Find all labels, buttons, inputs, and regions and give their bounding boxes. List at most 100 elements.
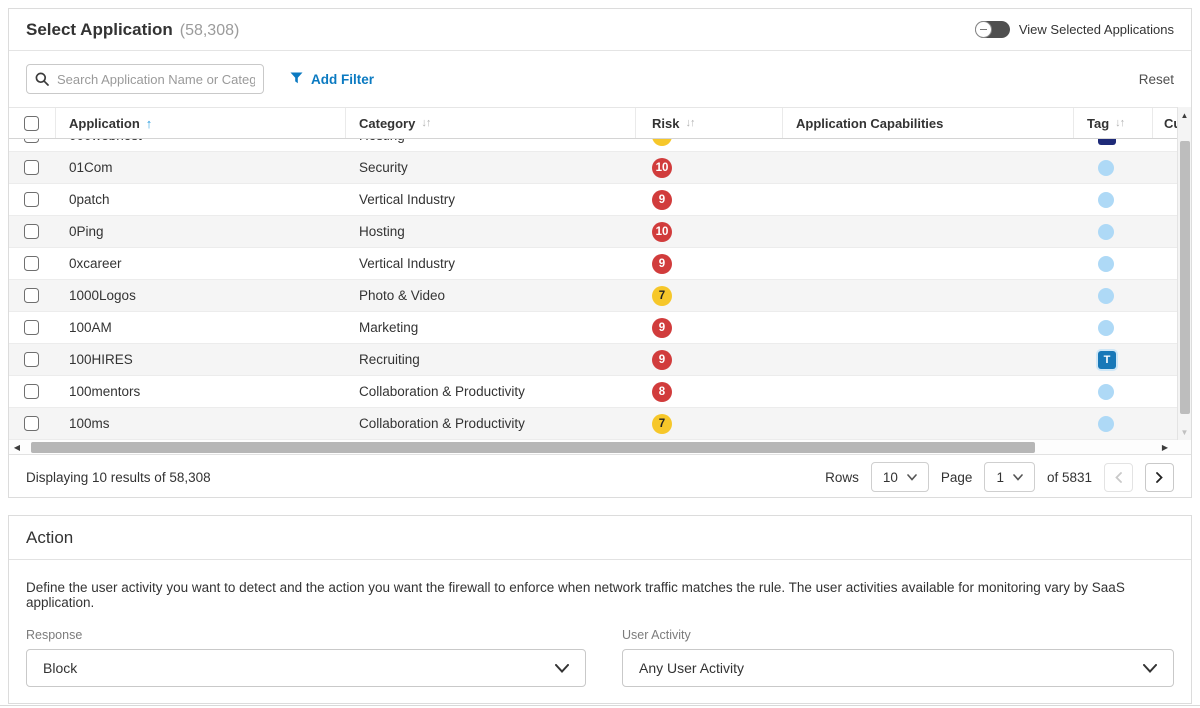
filter-bar: Add Filter Reset xyxy=(9,51,1191,107)
risk-badge: 7 xyxy=(652,286,672,306)
view-selected-toggle[interactable] xyxy=(975,21,1010,38)
scroll-right-icon[interactable]: ▶ xyxy=(1157,440,1173,454)
risk-badge: 9 xyxy=(652,350,672,370)
rows-label: Rows xyxy=(825,470,859,485)
application-count: (58,308) xyxy=(180,22,240,40)
search-input[interactable] xyxy=(26,64,264,94)
application-name: 000webhost xyxy=(56,139,346,151)
table-row[interactable]: 100AMMarketing9 xyxy=(9,312,1191,344)
horizontal-scroll-track[interactable] xyxy=(25,440,1157,454)
page-title: Select Application xyxy=(26,20,173,40)
column-header-application[interactable]: Application ↑ xyxy=(56,108,346,138)
application-name: 01Com xyxy=(56,152,346,183)
application-category: Hosting xyxy=(346,139,636,151)
vertical-scroll-thumb[interactable] xyxy=(1180,141,1190,414)
column-header-risk[interactable]: Risk ↓↑ xyxy=(636,108,783,138)
chevron-down-icon xyxy=(1013,474,1023,481)
row-checkbox[interactable] xyxy=(24,192,39,207)
scroll-up-icon[interactable]: ▲ xyxy=(1178,107,1191,123)
chevron-down-icon xyxy=(555,664,569,673)
select-application-panel: Select Application (58,308) View Selecte… xyxy=(8,8,1192,498)
application-capabilities-cell xyxy=(783,139,1074,151)
row-checkbox[interactable] xyxy=(24,139,39,143)
action-panel: Action Define the user activity you want… xyxy=(8,515,1192,704)
row-checkbox[interactable] xyxy=(24,384,39,399)
application-name: 100HIRES xyxy=(56,344,346,375)
row-checkbox[interactable] xyxy=(24,256,39,271)
add-filter-button[interactable]: Add Filter xyxy=(290,72,374,87)
application-category: Collaboration & Productivity xyxy=(346,408,636,439)
row-checkbox[interactable] xyxy=(24,416,39,431)
tag-dot-icon xyxy=(1098,320,1114,336)
application-name: 0Ping xyxy=(56,216,346,247)
application-capabilities-cell xyxy=(783,344,1074,375)
user-activity-label: User Activity xyxy=(622,628,1174,642)
application-capabilities-cell xyxy=(783,248,1074,279)
application-category: Vertical Industry xyxy=(346,184,636,215)
risk-badge: 9 xyxy=(652,318,672,338)
search-icon xyxy=(35,72,49,91)
table-row[interactable]: 100mentorsCollaboration & Productivity8 xyxy=(9,376,1191,408)
table-row[interactable]: 0xcareerVertical Industry9 xyxy=(9,248,1191,280)
application-category: Security xyxy=(346,152,636,183)
response-label: Response xyxy=(26,628,586,642)
risk-badge: 9 xyxy=(652,190,672,210)
table-footer: Displaying 10 results of 58,308 Rows 10 … xyxy=(9,454,1191,499)
table-body: 000webhostHosting701ComSecurity100patchV… xyxy=(9,139,1191,440)
rows-per-page-select[interactable]: 10 xyxy=(871,462,929,492)
user-activity-select[interactable]: Any User Activity xyxy=(622,649,1174,687)
row-checkbox[interactable] xyxy=(24,160,39,175)
application-name: 0patch xyxy=(56,184,346,215)
tag-dot-icon xyxy=(1098,384,1114,400)
view-selected-label: View Selected Applications xyxy=(1019,22,1174,37)
select-all-checkbox[interactable] xyxy=(24,116,39,131)
table-row[interactable]: 0patchVertical Industry 9 xyxy=(9,184,1191,216)
table-row[interactable]: 100msCollaboration & Productivity7 xyxy=(9,408,1191,440)
table-row[interactable]: 100HIRESRecruiting9T xyxy=(9,344,1191,376)
column-header-tag[interactable]: Tag ↓↑ xyxy=(1074,108,1153,138)
page-select[interactable]: 1 xyxy=(984,462,1035,492)
tag-t-icon: T xyxy=(1098,351,1116,369)
chevron-down-icon xyxy=(907,474,917,481)
risk-badge: 10 xyxy=(652,222,672,242)
application-capabilities-cell xyxy=(783,408,1074,439)
row-checkbox[interactable] xyxy=(24,320,39,335)
row-checkbox[interactable] xyxy=(24,352,39,367)
scroll-down-icon[interactable]: ▼ xyxy=(1178,424,1191,440)
tag-dot-icon xyxy=(1098,288,1114,304)
panel-header: Select Application (58,308) View Selecte… xyxy=(9,9,1191,51)
page-label: Page xyxy=(941,470,973,485)
next-page-button[interactable] xyxy=(1145,463,1174,492)
row-checkbox[interactable] xyxy=(24,224,39,239)
page-bottom-divider xyxy=(0,705,1200,706)
previous-page-button[interactable] xyxy=(1104,463,1133,492)
application-capabilities-cell xyxy=(783,184,1074,215)
table-row[interactable]: 01ComSecurity10 xyxy=(9,152,1191,184)
sort-icon: ↓↑ xyxy=(1115,117,1124,129)
application-capabilities-cell xyxy=(783,152,1074,183)
table-row[interactable]: 000webhostHosting 7 xyxy=(9,139,1191,152)
application-capabilities-cell xyxy=(783,376,1074,407)
horizontal-scroll-thumb[interactable] xyxy=(31,442,1035,453)
sort-icon: ↓↑ xyxy=(685,117,694,129)
application-capabilities-cell xyxy=(783,312,1074,343)
risk-badge: 7 xyxy=(652,139,672,146)
application-name: 100ms xyxy=(56,408,346,439)
application-name: 100mentors xyxy=(56,376,346,407)
sort-icon: ↓↑ xyxy=(421,117,430,129)
reset-button[interactable]: Reset xyxy=(1139,72,1174,87)
horizontal-scrollbar[interactable]: ◀ ▶ xyxy=(9,440,1191,454)
tag-dot-icon xyxy=(1098,160,1114,176)
filter-funnel-icon xyxy=(290,72,303,87)
scroll-left-icon[interactable]: ◀ xyxy=(9,440,25,454)
table-row[interactable]: 1000LogosPhoto & Video7 xyxy=(9,280,1191,312)
row-checkbox[interactable] xyxy=(24,288,39,303)
table-row[interactable]: 0PingHosting10 xyxy=(9,216,1191,248)
application-category: Marketing xyxy=(346,312,636,343)
response-select[interactable]: Block xyxy=(26,649,586,687)
pagination-controls: Rows 10 Page 1 of 5831 xyxy=(825,462,1174,492)
risk-badge: 8 xyxy=(652,382,672,402)
vertical-scrollbar[interactable]: ▲ ▼ xyxy=(1177,107,1191,440)
column-header-capabilities[interactable]: Application Capabilities xyxy=(783,108,1074,138)
column-header-category[interactable]: Category ↓↑ xyxy=(346,108,636,138)
